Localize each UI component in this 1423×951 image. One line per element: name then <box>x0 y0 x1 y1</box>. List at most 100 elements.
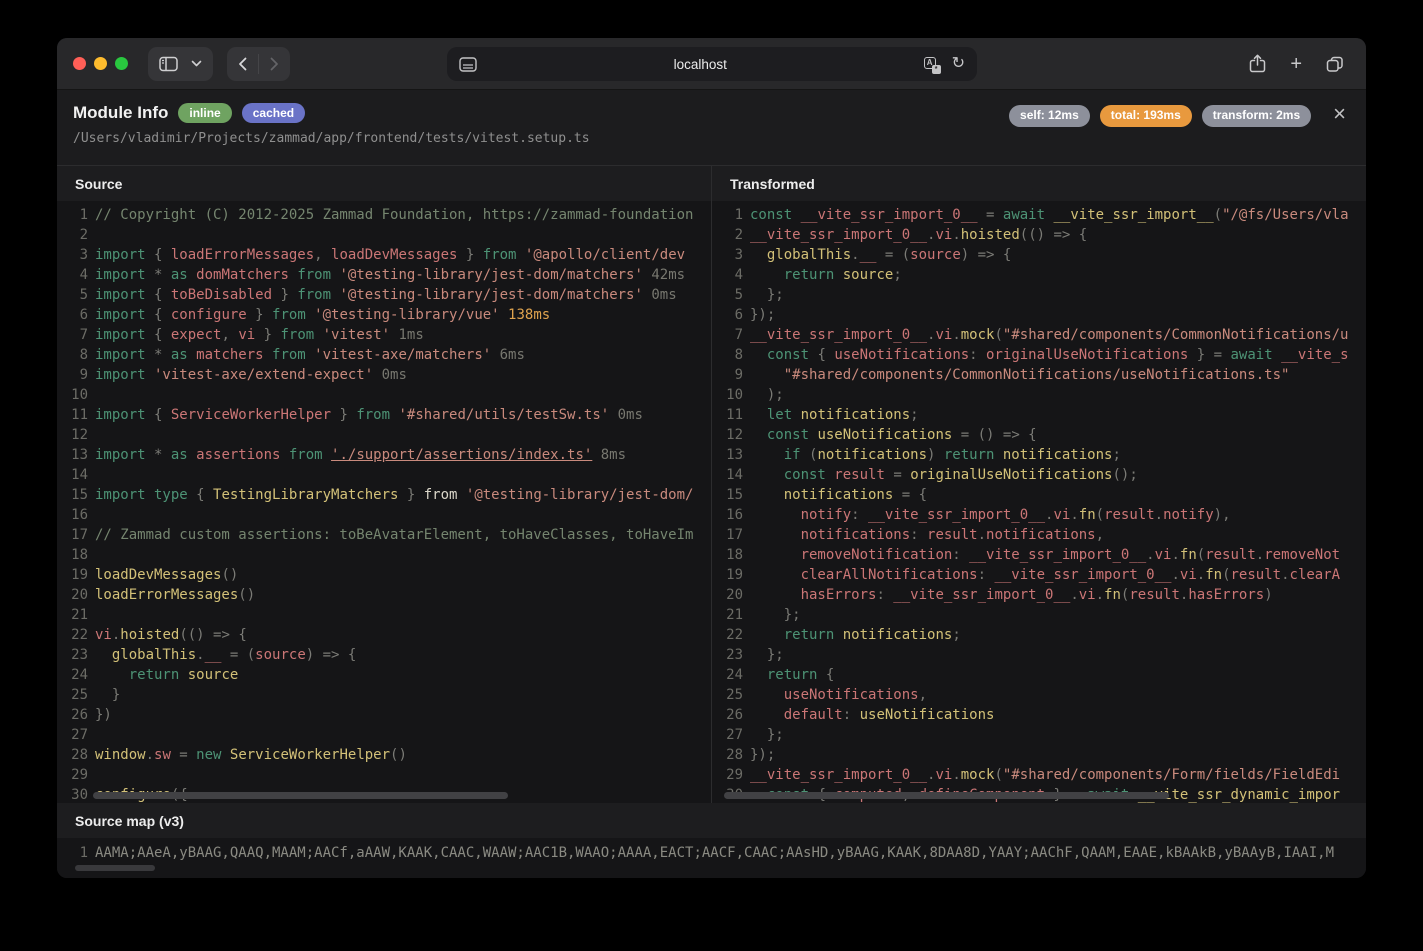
module-path: /Users/vladimir/Projects/zammad/app/fron… <box>73 131 590 147</box>
window-minimize-button[interactable] <box>94 57 107 70</box>
window-close-button[interactable] <box>73 57 86 70</box>
code-line: 22 return notifications; <box>726 627 961 643</box>
code-line: 29 <box>71 767 88 783</box>
code-line: 13 import * as assertions from './support… <box>71 447 627 463</box>
code-line: 6 import { configure } from '@testing-lib… <box>79 307 551 323</box>
transformed-code: 1 const __vite_ssr_import_0__ = await __v… <box>712 201 1366 803</box>
browser-window: localhost A * ↻ + Module Info inline cac… <box>57 38 1366 878</box>
inline-badge: inline <box>178 103 232 124</box>
code-line: 14 <box>71 467 88 483</box>
back-icon <box>238 57 247 71</box>
code-line: 24 return source <box>71 667 239 683</box>
code-line: 3 import { loadErrorMessages, loadDevMess… <box>79 247 686 263</box>
sourcemap-horizontal-scrollbar[interactable] <box>75 865 155 871</box>
code-line: 26}) <box>71 707 112 723</box>
code-line: 7 import { expect, vi } from 'vitest' 1ms <box>79 327 424 343</box>
timing-self-badge: self: 12ms <box>1009 105 1090 127</box>
code-line: 3 globalThis.__ = (source) => { <box>734 247 1012 263</box>
code-line: 2 __vite_ssr_import_0__.vi.hoisted(() => … <box>734 227 1088 243</box>
code-line: 10 <box>71 387 88 403</box>
code-line: 13 if (notifications) return notificatio… <box>726 447 1121 463</box>
code-line: 11 import { ServiceWorkerHelper } from '#… <box>71 407 643 423</box>
source-panel: Source 1// Copyright (C) 2012-2025 Zamma… <box>57 166 711 803</box>
code-line: 24 return { <box>726 667 835 683</box>
code-line: 6}); <box>734 307 776 323</box>
code-line: 4 import * as domMatchers from '@testing-… <box>79 267 686 283</box>
reload-icon[interactable]: ↻ <box>952 56 965 72</box>
code-line: 4 return source; <box>734 267 902 283</box>
code-line: 8 import * as matchers from 'vitest-axe/m… <box>79 347 525 363</box>
code-line: 19 clearAllNotifications: __vite_ssr_imp… <box>726 567 1341 583</box>
page-format-icon[interactable] <box>459 56 477 72</box>
code-line: 10 ); <box>726 387 784 403</box>
code-line: 11 let notifications; <box>726 407 919 423</box>
sidebar-icon <box>159 56 178 72</box>
code-line: 9 "#shared/components/CommonNotification… <box>734 367 1290 383</box>
code-line: 2 <box>79 227 88 243</box>
module-info-header: Module Info inline cached /Users/vladimi… <box>57 90 1366 165</box>
back-button[interactable] <box>227 47 258 81</box>
code-line: 18 removeNotification: __vite_ssr_import… <box>726 547 1341 563</box>
tabs-icon <box>1326 55 1344 73</box>
code-line: 19 loadDevMessages() <box>71 567 239 583</box>
source-horizontal-scrollbar[interactable] <box>93 792 508 799</box>
close-button[interactable]: × <box>1333 103 1346 125</box>
code-line: 26 default: useNotifications <box>726 707 995 723</box>
share-icon <box>1249 54 1266 73</box>
url-text[interactable]: localhost <box>477 57 924 72</box>
translate-icon[interactable]: A * <box>923 56 941 74</box>
plus-icon: + <box>1290 52 1302 75</box>
window-zoom-button[interactable] <box>115 57 128 70</box>
code-line: 12 const useNotifications = () => { <box>726 427 1037 443</box>
code-line: 22 vi.hoisted(() => { <box>71 627 247 643</box>
code-line: 20 loadErrorMessages() <box>71 587 256 603</box>
forward-button[interactable] <box>259 47 290 81</box>
sidebar-menu-button[interactable] <box>189 47 213 81</box>
address-bar-actions: A * ↻ <box>923 56 965 74</box>
code-line: 9 import 'vitest-axe/extend-expect' 0ms <box>79 367 407 383</box>
transformed-panel-title: Transformed <box>712 166 1366 201</box>
chevron-down-icon <box>191 60 202 67</box>
code-line: 25 useNotifications, <box>726 687 928 703</box>
forward-icon <box>270 57 279 71</box>
code-line: 5 import { toBeDisabled } from '@testing-… <box>79 287 677 303</box>
code-line: 28 window.sw = new ServiceWorkerHelper() <box>71 747 407 763</box>
sidebar-toggle-button[interactable] <box>148 47 189 81</box>
page-title: Module Info <box>73 103 169 123</box>
share-button[interactable] <box>1249 47 1266 81</box>
timing-transform-badge: transform: 2ms <box>1201 105 1312 127</box>
source-panel-title: Source <box>57 166 711 201</box>
code-line: 7 __vite_ssr_import_0__.vi.mock("#shared/… <box>734 327 1349 343</box>
code-line: 14 const result = originalUseNotificatio… <box>726 467 1138 483</box>
timing-total-badge: total: 193ms <box>1099 105 1192 127</box>
code-line: 28}); <box>726 747 776 763</box>
cached-badge: cached <box>241 103 306 124</box>
sourcemap-mapping: AAMA;AAeA,yBAAG,QAAQ,MAAM;AACf,aAAW,KAAK… <box>95 845 1335 861</box>
code-line: 12 <box>71 427 88 443</box>
address-bar[interactable]: localhost A * ↻ <box>447 47 977 81</box>
new-tab-button[interactable]: + <box>1290 47 1302 81</box>
code-line: 27 }; <box>726 727 784 743</box>
tab-overview-button[interactable] <box>1326 47 1344 81</box>
close-icon: × <box>1333 101 1346 126</box>
sourcemap-title: Source map (v3) <box>57 803 1366 838</box>
code-line: 23 globalThis.__ = (source) => { <box>71 647 357 663</box>
code-line: 1// Copyright (C) 2012-2025 Zammad Found… <box>79 207 694 223</box>
browser-titlebar: localhost A * ↻ + <box>57 38 1366 90</box>
code-line: 15 notifications = { <box>726 487 928 503</box>
sourcemap-line-number: 1 <box>79 845 88 861</box>
sourcemap-body: 1 AAMA;AAeA,yBAAG,QAAQ,MAAM;AACf,aAAW,KA… <box>57 838 1366 878</box>
source-code: 1// Copyright (C) 2012-2025 Zammad Found… <box>57 201 711 803</box>
nav-button-group <box>227 46 290 81</box>
transformed-horizontal-scrollbar[interactable] <box>724 792 1169 799</box>
code-line: 1 const __vite_ssr_import_0__ = await __v… <box>734 207 1349 223</box>
toolbar-right: + <box>1249 47 1350 81</box>
code-line: 16 <box>71 507 88 523</box>
code-line: 16 notify: __vite_ssr_import_0__.vi.fn(r… <box>726 507 1231 523</box>
transformed-panel: Transformed 1 const __vite_ssr_import_0__… <box>711 166 1366 803</box>
code-line: 17 notifications: result.notifications, <box>726 527 1105 543</box>
code-line: 15 import type { TestingLibraryMatchers }… <box>71 487 694 503</box>
code-line: 18 <box>71 547 88 563</box>
code-line: 17// Zammad custom assertions: toBeAvata… <box>71 527 694 543</box>
code-line: 5 }; <box>734 287 784 303</box>
